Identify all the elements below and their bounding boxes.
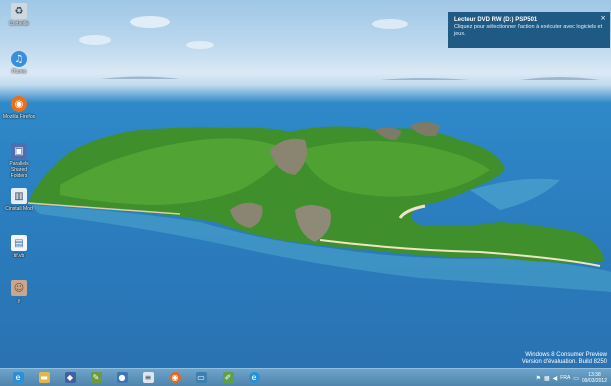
notepad-icon: ≡ xyxy=(142,372,154,383)
desktop-icon-label: Cinstall Mod xyxy=(5,206,33,212)
brush-icon: ✐ xyxy=(222,372,234,383)
file-icon: ▤ xyxy=(11,235,27,251)
desktop-icon-itunes[interactable]: ♫ iTunes xyxy=(2,51,36,75)
folder-icon: ▬ xyxy=(38,372,50,383)
taskbar-button-security[interactable]: ◆ xyxy=(63,371,77,384)
recycle-bin-icon: ♻ xyxy=(11,3,27,19)
desktop-icon-label: Parallels Shared Folders xyxy=(9,161,29,179)
itunes-icon: ♫ xyxy=(11,51,27,67)
palette-icon: ✎ xyxy=(90,372,102,383)
firefox-icon: ◉ xyxy=(169,372,181,383)
desktop-icon-corbeille[interactable]: ♻ Corbeille xyxy=(2,3,36,27)
installer-icon: ▥ xyxy=(11,188,27,204)
desktop-icon-label: Corbeille xyxy=(9,21,29,27)
taskbar-button-internet-explorer[interactable]: e xyxy=(11,371,25,384)
desktop-icon-label: iTunes xyxy=(11,69,27,75)
taskbar: e ▬ ◆ ✎ ● ≡ ◉ ▭ ✐ e ⚑ ▦ ◀ FRA ▭ 13:38 09… xyxy=(0,368,611,386)
notification-title: Lecteur DVD RW (D:) PSP501 xyxy=(454,17,538,23)
ie-icon: e xyxy=(248,372,260,383)
ie-icon: e xyxy=(12,372,24,383)
clock[interactable]: 13:38 09/03/2012 xyxy=(582,372,607,384)
desktop-icon-file[interactable]: ▤ tif.vb xyxy=(2,235,36,259)
network-icon[interactable]: ▦ xyxy=(544,375,550,382)
globe-icon: ● xyxy=(116,372,128,383)
desktop-icon-label: tif.vb xyxy=(13,253,25,259)
watermark-line1: Windows 8 Consumer Preview xyxy=(525,352,607,358)
island-wallpaper xyxy=(27,16,611,292)
firefox-icon: ◉ xyxy=(11,96,27,112)
flag-icon[interactable]: ⚑ xyxy=(536,375,541,382)
desktop-icon-label: y xyxy=(17,298,21,304)
notification-body: Cliquez pour sélectionner l'action à exé… xyxy=(454,24,603,37)
parallels-folder-icon: ▣ xyxy=(11,143,27,159)
volume-icon[interactable]: ◀ xyxy=(553,375,558,382)
taskbar-button-media[interactable]: ● xyxy=(115,371,129,384)
taskbar-button-desktop-app[interactable]: ▭ xyxy=(194,371,208,384)
taskbar-button-paint[interactable]: ✎ xyxy=(89,371,103,384)
autoplay-notification[interactable]: Lecteur DVD RW (D:) PSP501 Cliquez pour … xyxy=(448,12,610,48)
taskbar-button-paint-2[interactable]: ✐ xyxy=(221,371,235,384)
desktop-icon-parallels[interactable]: ▣ Parallels Shared Folders xyxy=(2,143,36,179)
desktop-icon-user[interactable]: ☺ y xyxy=(2,280,36,304)
language-indicator[interactable]: FRA xyxy=(560,375,570,381)
taskbar-button-ie-2[interactable]: e xyxy=(247,371,261,384)
taskbar-button-firefox[interactable]: ◉ xyxy=(168,371,182,384)
desktop-icon-firefox[interactable]: ◉ Mozilla Firefox xyxy=(2,96,36,120)
keyboard-icon[interactable]: ▭ xyxy=(573,375,579,382)
taskbar-button-notepad[interactable]: ≡ xyxy=(141,371,155,384)
build-watermark: Windows 8 Consumer Preview Version d'éva… xyxy=(522,352,607,366)
system-tray: ⚑ ▦ ◀ FRA ▭ 13:38 09/03/2012 xyxy=(536,371,607,385)
desktop-icon-label: Mozilla Firefox xyxy=(2,114,36,120)
desktop-icon-cinstall[interactable]: ▥ Cinstall Mod xyxy=(2,188,36,212)
shield-icon: ◆ xyxy=(64,372,76,383)
clock-date: 09/03/2012 xyxy=(581,378,607,384)
desktop-background xyxy=(0,0,611,368)
watermark-line2: Version d'évaluation. Build 8250 xyxy=(521,359,607,365)
taskbar-button-file-explorer[interactable]: ▬ xyxy=(37,371,51,384)
user-photo-icon: ☺ xyxy=(11,280,27,296)
monitor-icon: ▭ xyxy=(195,372,207,383)
close-icon[interactable]: × xyxy=(600,14,606,22)
